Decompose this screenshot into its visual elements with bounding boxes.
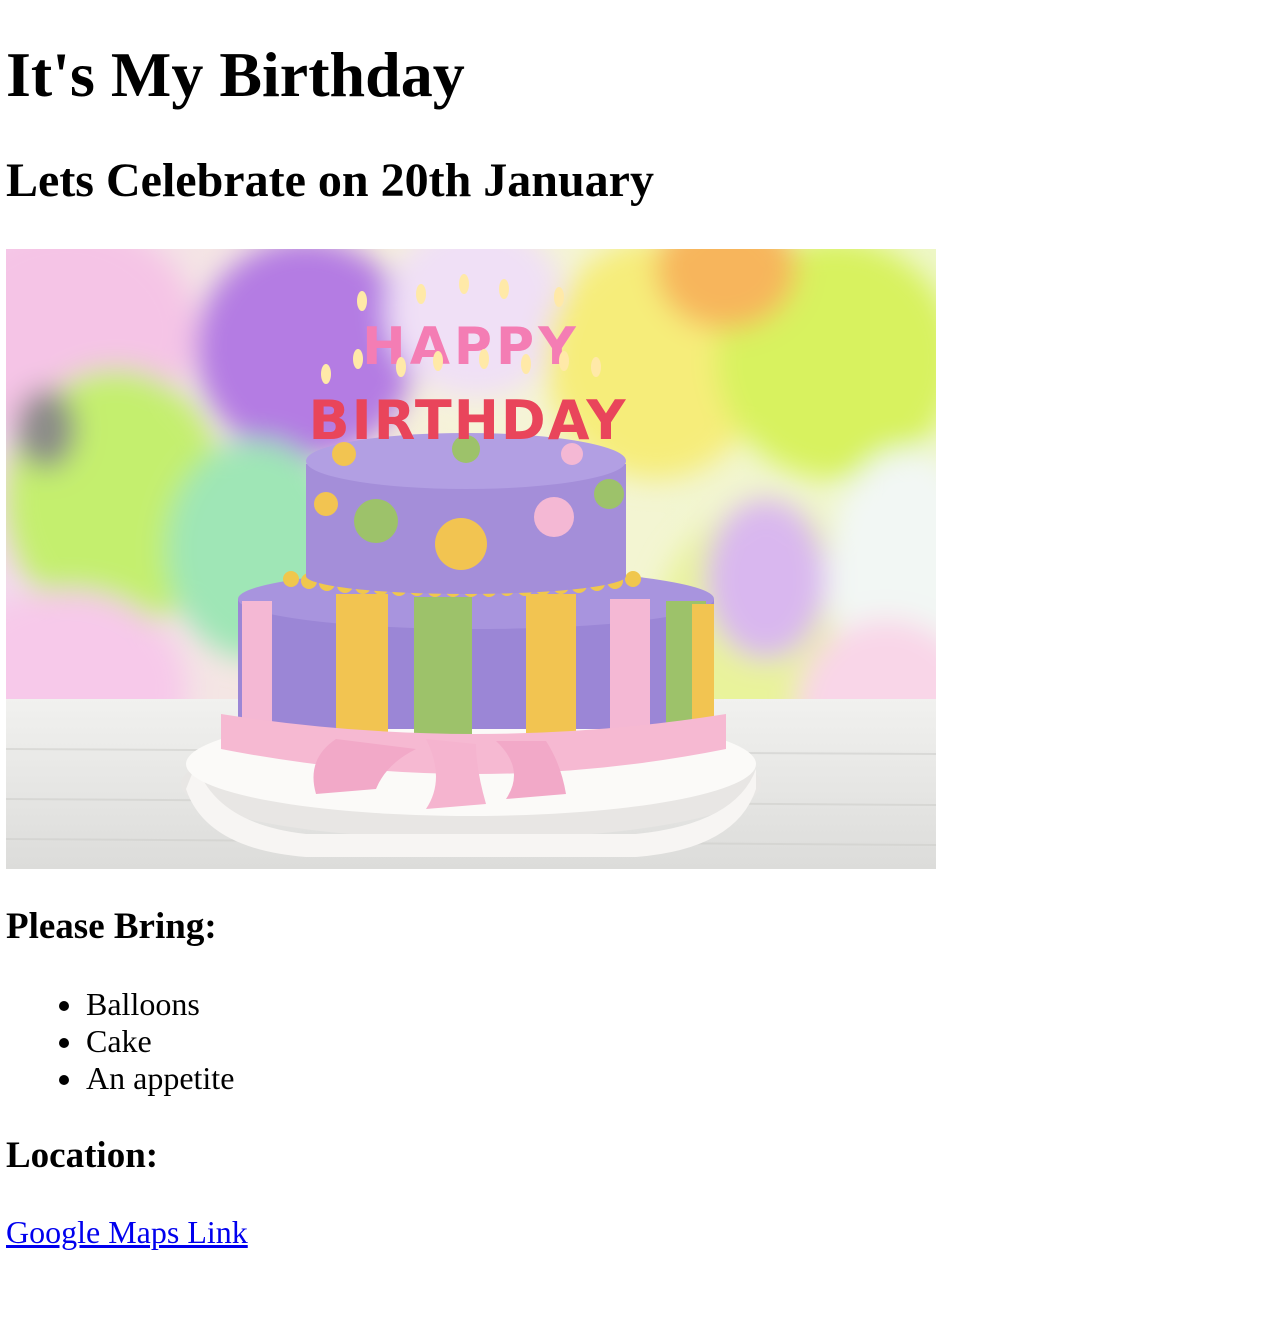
list-item: Balloons <box>59 986 234 1023</box>
birthday-cake-image: HAPPY BIRTHDAY <box>6 249 936 869</box>
list-item: An appetite <box>59 1060 235 1097</box>
location-heading: Location: <box>6 1135 159 1176</box>
bullet-icon <box>59 1001 69 1011</box>
bring-list: Balloons Cake An appetite <box>6 986 234 1097</box>
bullet-icon <box>59 1038 69 1048</box>
bullet-icon <box>59 1075 69 1085</box>
page-title: It's My Birthday <box>6 39 465 110</box>
list-item: Cake <box>59 1023 234 1060</box>
candle-text-birthday: BIRTHDAY <box>309 389 628 452</box>
please-bring-heading: Please Bring: <box>6 906 217 947</box>
page-subtitle: Lets Celebrate on 20th January <box>6 154 654 207</box>
candle-text-happy: HAPPY <box>362 317 580 377</box>
birthday-page: It's My Birthday Lets Celebrate on 20th … <box>0 0 1266 1324</box>
list-item-text: Balloons <box>86 986 200 1022</box>
list-item-text: An appetite <box>86 1060 235 1096</box>
list-item-text: Cake <box>86 1023 152 1059</box>
google-maps-link[interactable]: Google Maps Link <box>6 1214 248 1251</box>
